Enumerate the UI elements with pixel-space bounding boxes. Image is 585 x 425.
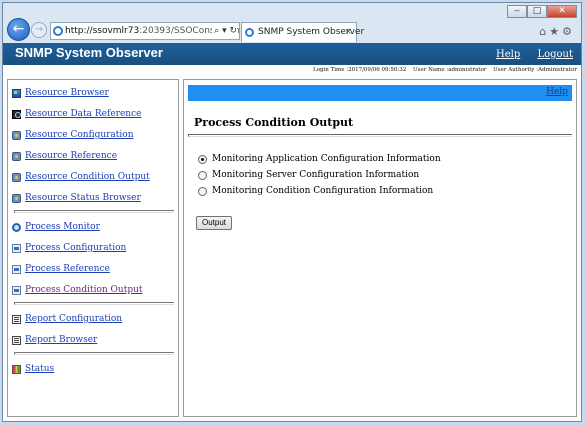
option-server-config[interactable]: Monitoring Server Configuration Informat…	[198, 170, 419, 180]
option-label: Monitoring Application Configuration Inf…	[212, 154, 441, 164]
sidebar: Resource Browser Resource Data Reference…	[7, 79, 179, 417]
app-title: SNMP System Observer	[15, 45, 163, 60]
sidebar-item-resource-browser[interactable]: Resource Browser	[12, 88, 109, 98]
sidebar-item-label[interactable]: Resource Status Browser	[25, 193, 141, 203]
header-links: Help Logout	[482, 49, 573, 60]
sidebar-item-label[interactable]: Process Condition Output	[25, 285, 143, 295]
report-browser-icon	[12, 335, 21, 345]
sidebar-item-process-configuration[interactable]: Process Configuration	[12, 243, 126, 253]
sidebar-item-label[interactable]: Resource Reference	[25, 151, 117, 161]
url-host: http://ssovmlr73	[65, 26, 140, 36]
resource-status-browser-icon	[12, 193, 21, 203]
login-authority: User Authority :Administrator	[493, 67, 577, 73]
option-label: Monitoring Condition Configuration Infor…	[212, 186, 434, 196]
address-tools[interactable]: ⌕ ▾ ↻	[212, 23, 237, 39]
radio-icon[interactable]	[198, 170, 207, 180]
sidebar-item-status[interactable]: Status	[12, 364, 54, 374]
sidebar-item-report-browser[interactable]: Report Browser	[12, 335, 97, 345]
login-user: User Name :administrator	[412, 67, 487, 73]
sidebar-item-label[interactable]: Resource Browser	[25, 88, 109, 98]
process-condition-output-icon	[12, 285, 21, 295]
browser-window: ‒ □ ✕ ← → http://ssovmlr73:20393/SSOCons…	[2, 2, 582, 422]
sidebar-item-label[interactable]: Resource Configuration	[25, 130, 134, 140]
resource-condition-output-icon	[12, 172, 21, 182]
sidebar-item-report-configuration[interactable]: Report Configuration	[12, 314, 122, 324]
ie-icon	[53, 26, 63, 36]
address-bar[interactable]: http://ssovmlr73:20393/SSOConsole/main ⌕…	[50, 22, 240, 40]
sidebar-item-resource-configuration[interactable]: Resource Configuration	[12, 130, 134, 140]
sidebar-item-label[interactable]: Resource Data Reference	[25, 109, 141, 119]
resource-configuration-icon	[12, 130, 21, 140]
sidebar-item-process-monitor[interactable]: Process Monitor	[12, 222, 100, 232]
radio-icon[interactable]	[198, 186, 207, 196]
sidebar-item-resource-data-reference[interactable]: Resource Data Reference	[12, 109, 141, 119]
main-help-link[interactable]: Help	[546, 87, 568, 97]
sidebar-item-label[interactable]: Report Configuration	[25, 314, 122, 324]
resource-reference-icon	[12, 151, 21, 161]
sidebar-item-resource-condition-output[interactable]: Resource Condition Output	[12, 172, 150, 182]
resource-data-reference-icon	[12, 109, 21, 119]
main-panel: Help Process Condition Output Monitoring…	[183, 79, 577, 417]
tab-close-icon[interactable]: ×	[344, 23, 352, 41]
process-reference-icon	[12, 264, 21, 274]
radio-selected-icon[interactable]	[198, 154, 207, 164]
tab-ie-icon	[245, 28, 254, 37]
sidebar-item-label[interactable]: Process Configuration	[25, 243, 126, 253]
app-header: SNMP System Observer Help Logout	[3, 43, 581, 65]
sidebar-item-label[interactable]: Process Reference	[25, 264, 110, 274]
process-configuration-icon	[12, 243, 21, 253]
logout-link[interactable]: Logout	[537, 49, 573, 60]
option-application-config[interactable]: Monitoring Application Configuration Inf…	[198, 154, 441, 164]
sidebar-divider	[14, 352, 174, 355]
back-button[interactable]: ←	[7, 18, 30, 41]
login-info-bar: Login Time :2017/09/06 09:50:32 User Nam…	[3, 65, 581, 75]
status-icon	[12, 364, 21, 374]
content-area: Resource Browser Resource Data Reference…	[3, 75, 581, 421]
home-favorites-settings-icons[interactable]: ⌂★⚙	[539, 25, 575, 38]
sidebar-item-process-condition-output[interactable]: Process Condition Output	[12, 285, 143, 295]
title-rule	[188, 134, 572, 137]
option-condition-config[interactable]: Monitoring Condition Configuration Infor…	[198, 186, 433, 196]
report-configuration-icon	[12, 314, 21, 324]
header-help-link[interactable]: Help	[496, 49, 520, 60]
browser-nav-row: ← → http://ssovmlr73:20393/SSOConsole/ma…	[3, 17, 581, 43]
process-monitor-icon	[12, 222, 21, 232]
sidebar-divider	[14, 302, 174, 305]
sidebar-item-label[interactable]: Status	[25, 364, 54, 374]
sidebar-item-label[interactable]: Process Monitor	[25, 222, 100, 232]
output-button[interactable]: Output	[196, 216, 232, 230]
sidebar-item-label[interactable]: Report Browser	[25, 335, 97, 345]
browser-tab[interactable]: SNMP System Observer ×	[241, 22, 364, 42]
main-help-bar: Help	[188, 85, 572, 101]
page-title: Process Condition Output	[194, 116, 354, 129]
resource-browser-icon	[12, 88, 21, 98]
sidebar-divider	[14, 210, 174, 213]
forward-button[interactable]: →	[31, 22, 47, 38]
sidebar-item-label[interactable]: Resource Condition Output	[25, 172, 150, 182]
sidebar-item-process-reference[interactable]: Process Reference	[12, 264, 110, 274]
option-label: Monitoring Server Configuration Informat…	[212, 170, 420, 180]
sidebar-item-resource-reference[interactable]: Resource Reference	[12, 151, 117, 161]
login-time: Login Time :2017/09/06 09:50:32	[313, 67, 407, 73]
sidebar-item-resource-status-browser[interactable]: Resource Status Browser	[12, 193, 141, 203]
